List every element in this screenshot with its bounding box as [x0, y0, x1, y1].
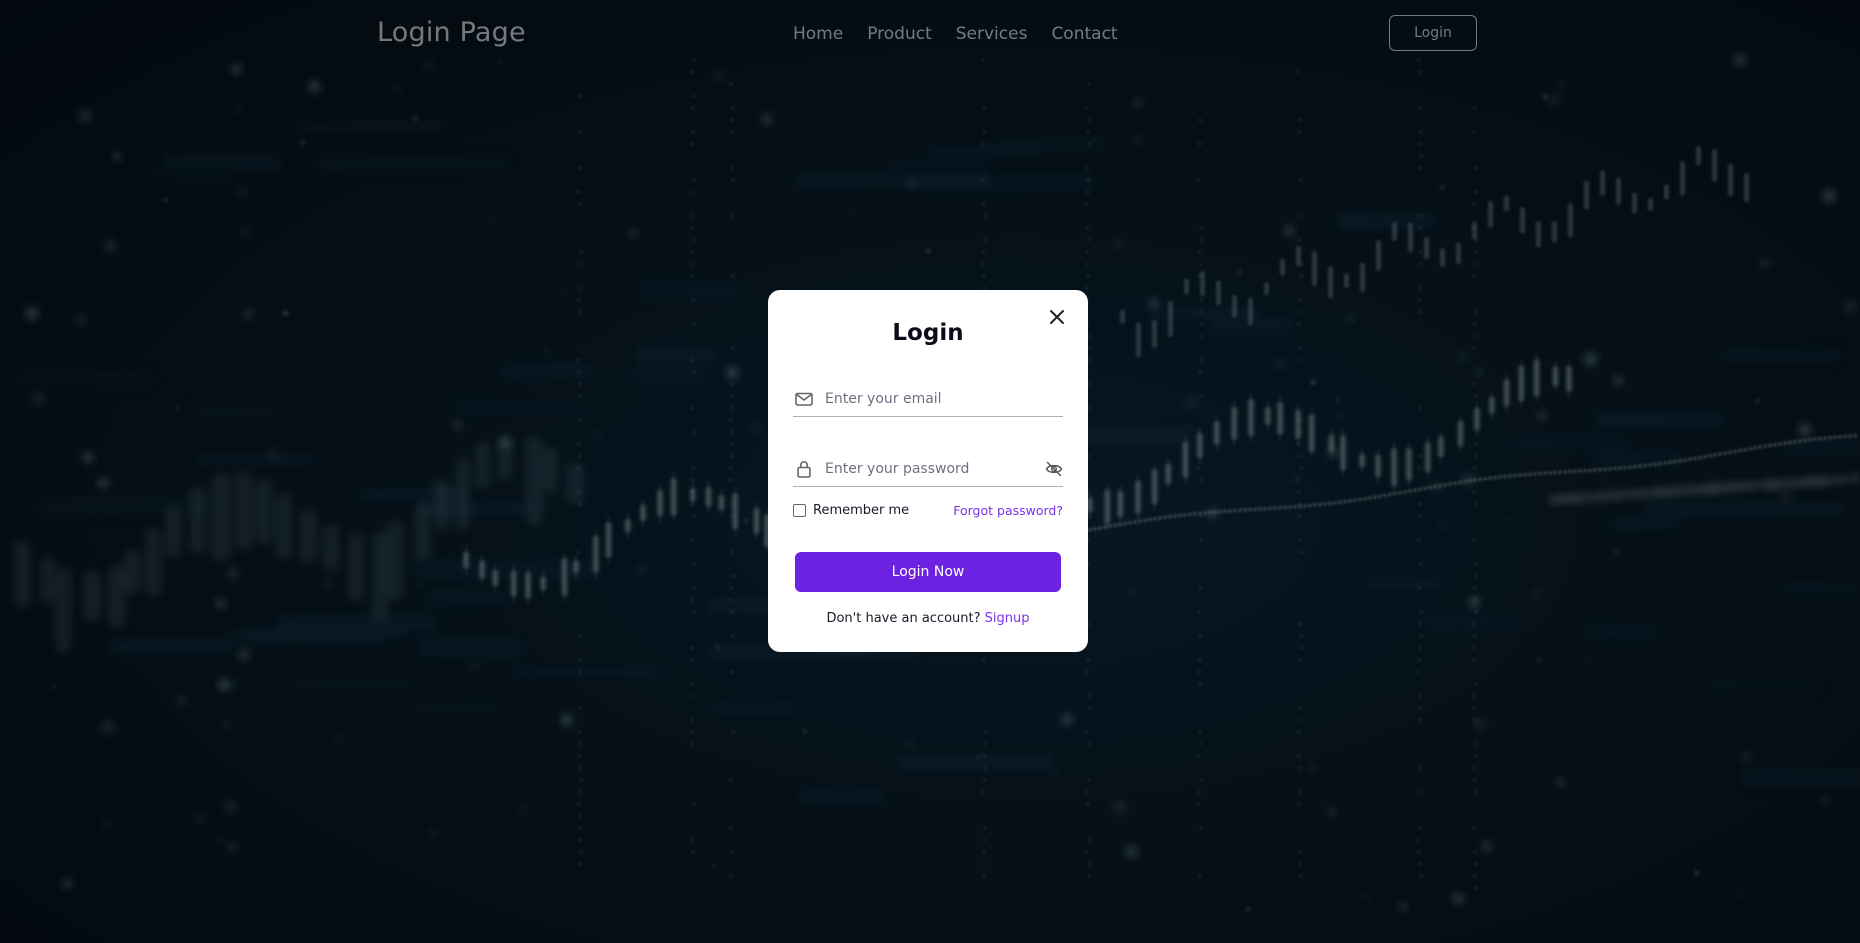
password-field — [793, 452, 1063, 487]
eye-off-icon[interactable] — [1045, 460, 1063, 478]
email-input[interactable] — [823, 384, 1047, 414]
nav-services[interactable]: Services — [956, 24, 1028, 44]
forgot-password-link[interactable]: Forgot password? — [953, 503, 1063, 518]
login-modal: Login Remember me Forgot password? Login… — [768, 290, 1088, 652]
remember-checkbox[interactable] — [793, 504, 806, 517]
signup-prompt-text: Don't have an account? — [826, 611, 981, 626]
nav-home[interactable]: Home — [793, 24, 843, 44]
lock-icon — [797, 461, 811, 478]
header-login-button[interactable]: Login — [1389, 15, 1477, 51]
modal-title: Login — [892, 320, 964, 346]
login-now-button[interactable]: Login Now — [795, 552, 1061, 592]
site-logo: Login Page — [377, 17, 526, 48]
remember-me[interactable]: Remember me — [793, 503, 909, 518]
email-field — [793, 382, 1063, 417]
signup-prompt: Don't have an account? Signup — [768, 611, 1088, 626]
envelope-icon — [795, 392, 813, 406]
remember-label: Remember me — [813, 503, 910, 518]
top-navbar: Login Page Home Product Services Contact… — [0, 0, 1860, 68]
nav-contact[interactable]: Contact — [1051, 24, 1117, 44]
main-nav: Home Product Services Contact — [793, 24, 1118, 44]
signup-link[interactable]: Signup — [985, 611, 1030, 626]
nav-product[interactable]: Product — [867, 24, 932, 44]
password-input[interactable] — [823, 454, 1047, 484]
